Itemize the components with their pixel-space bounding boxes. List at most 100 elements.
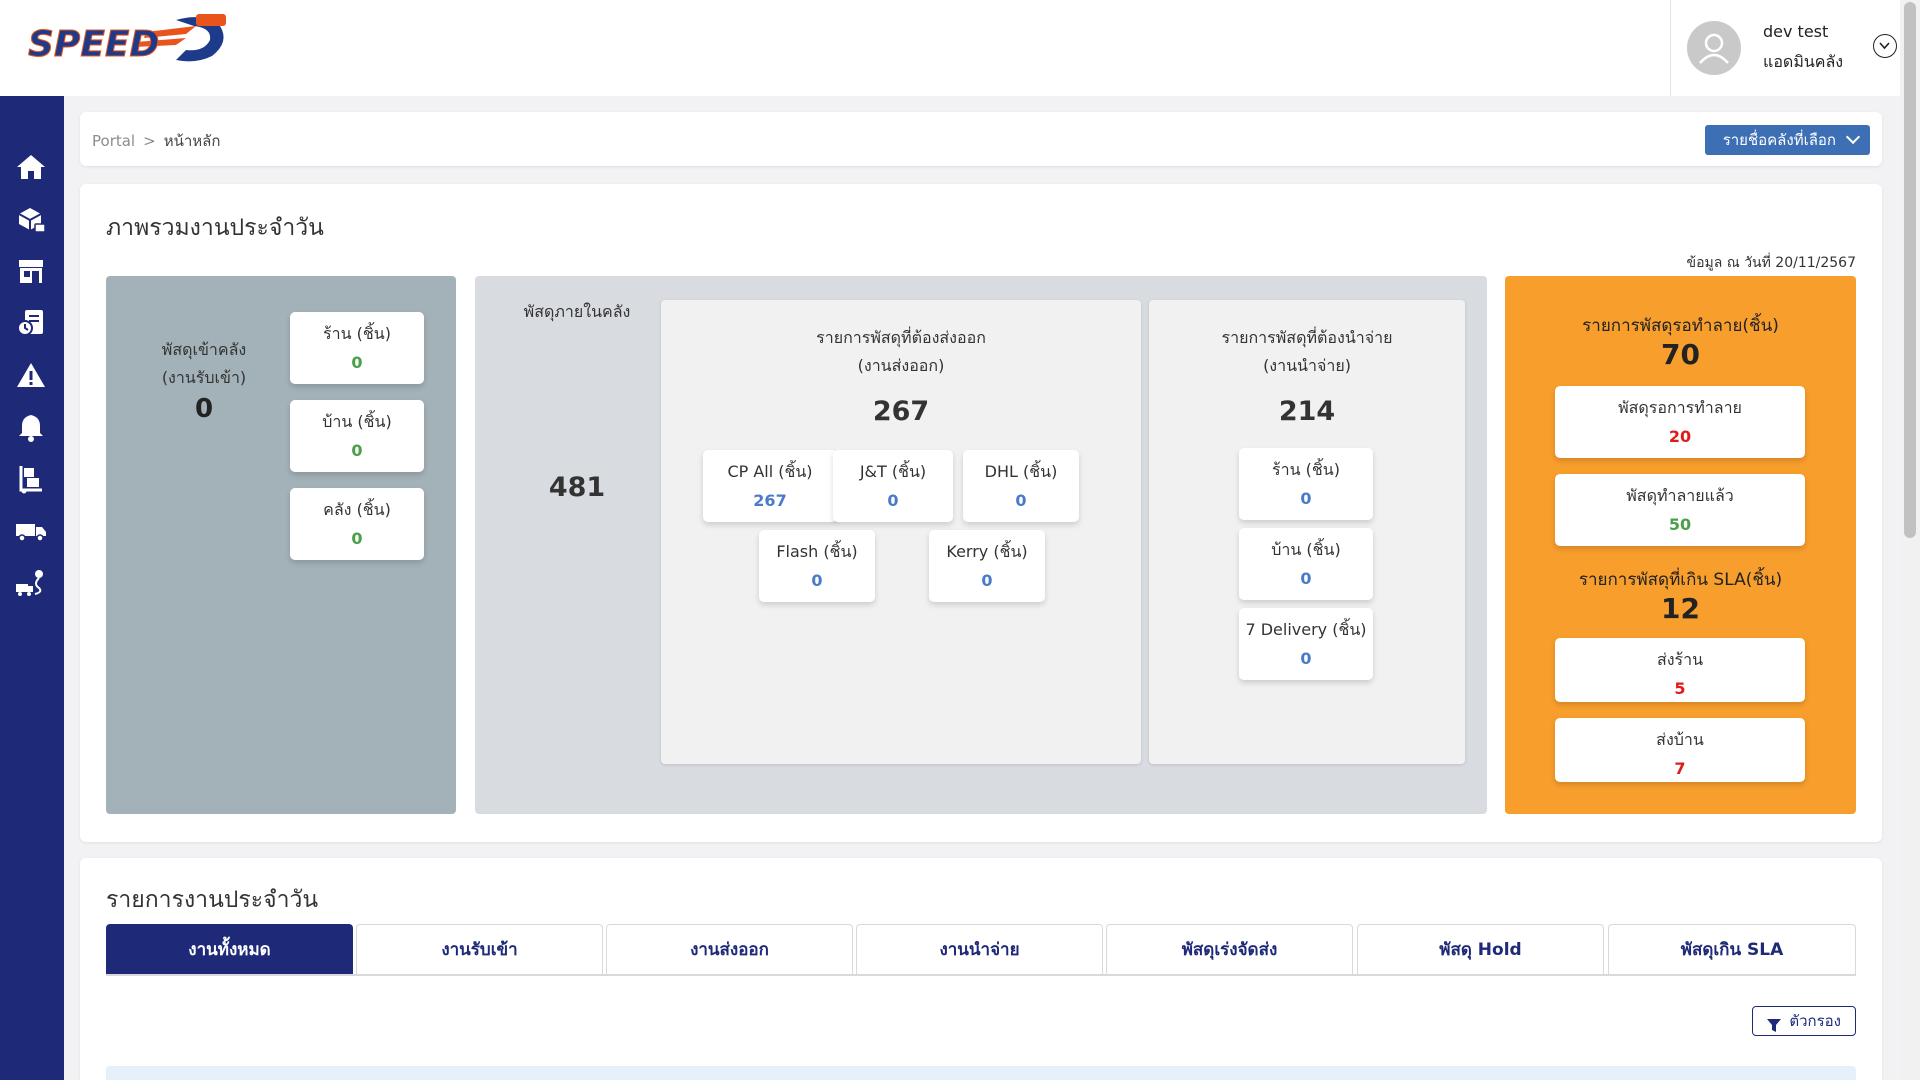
daily-tasks-title: รายการงานประจำวัน [106, 887, 319, 913]
outbound-kerry-card[interactable]: Kerry (ชิ้น) 0 [929, 530, 1045, 602]
card-label: CP All (ชิ้น) [727, 462, 813, 481]
in-warehouse-label: พัสดุภายในคลัง [523, 302, 631, 321]
task-list-header [106, 1066, 1856, 1080]
data-date-note: ข้อมูล ณ วันที่ 20/11/2567 [1686, 255, 1856, 271]
card-label: Flash (ชิ้น) [776, 542, 858, 561]
card-value: 0 [887, 491, 899, 510]
card-label: ร้าน (ชิ้น) [1272, 460, 1340, 479]
outbound-title-line1: รายการพัสดุที่ต้องส่งออก [816, 328, 986, 347]
filter-icon [1767, 1014, 1782, 1042]
card-value: 0 [811, 571, 823, 590]
user-role: แอดมินคลัง [1763, 52, 1844, 71]
delivery-title-line2: (งานนำจ่าย) [1263, 356, 1351, 375]
filter-button[interactable]: ตัวกรอง [1752, 1006, 1856, 1036]
destroy-done-card[interactable]: พัสดุทำลายแล้ว 50 [1555, 474, 1805, 546]
tab-hold[interactable]: พัสดุ Hold [1357, 924, 1604, 974]
inbound-label: พัสดุเข้าคลัง (งานรับเข้า) [134, 336, 274, 392]
package-receive-icon[interactable] [14, 202, 48, 236]
destroy-pending-card[interactable]: พัสดุรอการทำลาย 20 [1555, 386, 1805, 458]
card-value: 0 [981, 571, 993, 590]
breadcrumb-portal[interactable]: Portal [92, 132, 135, 150]
card-value: 20 [1668, 427, 1692, 446]
inbound-store-card[interactable]: ร้าน (ชิ้น) 0 [290, 312, 424, 384]
card-label: บ้าน (ชิ้น) [322, 412, 392, 431]
card-label: 7 Delivery (ชิ้น) [1245, 620, 1367, 639]
delivery-home-card[interactable]: บ้าน (ชิ้น) 0 [1239, 528, 1373, 600]
warning-icon[interactable] [14, 358, 48, 392]
outbound-panel: รายการพัสดุที่ต้องส่งออก (งานส่งออก) 267… [661, 300, 1141, 764]
card-label: ส่งบ้าน [1656, 730, 1704, 749]
delivery-panel: รายการพัสดุที่ต้องนำจ่าย (งานนำจ่าย) 214… [1149, 300, 1465, 764]
inbound-home-card[interactable]: บ้าน (ชิ้น) 0 [290, 400, 424, 472]
outbound-cpall-card[interactable]: CP All (ชิ้น) 267 [703, 450, 837, 522]
chevron-down-icon [1845, 129, 1861, 145]
svg-text:SPEED: SPEED [28, 24, 159, 64]
tab-over-sla[interactable]: พัสดุเกิน SLA [1608, 924, 1856, 974]
inbound-label-line2: (งานรับเข้า) [161, 368, 247, 387]
chevron-down-icon[interactable] [1873, 34, 1897, 58]
card-label: ส่งร้าน [1656, 650, 1704, 669]
hand-truck-icon[interactable] [14, 462, 48, 496]
tab-delivery[interactable]: งานนำจ่าย [856, 924, 1103, 974]
inbound-warehouse-card[interactable]: คลัง (ชิ้น) 0 [290, 488, 424, 560]
avatar[interactable] [1687, 21, 1741, 75]
sla-home-card[interactable]: ส่งบ้าน 7 [1555, 718, 1805, 782]
tab-urgent[interactable]: พัสดุเร่งจัดส่ง [1106, 924, 1353, 974]
sidebar [0, 96, 64, 1080]
report-clock-icon[interactable] [14, 306, 48, 340]
card-label: บ้าน (ชิ้น) [1271, 540, 1341, 559]
card-label: DHL (ชิ้น) [984, 462, 1058, 481]
delivery-title-line1: รายการพัสดุที่ต้องนำจ่าย [1221, 328, 1393, 347]
card-label: Kerry (ชิ้น) [946, 542, 1028, 561]
card-label: J&T (ชิ้น) [859, 462, 927, 481]
tab-outbound[interactable]: งานส่งออก [606, 924, 853, 974]
scrollbar-thumb[interactable] [1904, 2, 1916, 538]
destroy-title: รายการพัสดุรอทำลาย(ชิ้น) [1582, 316, 1779, 336]
card-value: 5 [1674, 679, 1686, 698]
card-value: 0 [1300, 569, 1312, 588]
card-value: 0 [1300, 649, 1312, 668]
inbound-label-line1: พัสดุเข้าคลัง [161, 340, 247, 359]
breadcrumb-current: หน้าหลัก [163, 132, 221, 150]
card-value: 0 [1015, 491, 1027, 510]
filter-label: ตัวกรอง [1789, 1012, 1841, 1030]
sla-store-card[interactable]: ส่งร้าน 5 [1555, 638, 1805, 702]
delivery-total: 214 [1278, 396, 1336, 427]
delivery-store-card[interactable]: ร้าน (ชิ้น) 0 [1239, 448, 1373, 520]
breadcrumb-separator: > [143, 132, 156, 150]
destroy-sla-block: รายการพัสดุรอทำลาย(ชิ้น) 70 พัสดุรอการทำ… [1505, 276, 1856, 814]
outbound-jt-card[interactable]: J&T (ชิ้น) 0 [833, 450, 953, 522]
selected-warehouses-button[interactable]: รายชื่อคลังที่เลือก [1704, 125, 1870, 155]
card-value: 7 [1674, 759, 1686, 778]
inbound-block: พัสดุเข้าคลัง (งานรับเข้า) 0 ร้าน (ชิ้น)… [106, 276, 456, 814]
breadcrumb-bar: Portal > หน้าหลัก รายชื่อคลังที่เลือก [80, 112, 1882, 166]
speed-d-logo[interactable]: SPEED [26, 12, 232, 66]
card-label: พัสดุรอการทำลาย [1618, 398, 1742, 417]
card-label: ร้าน (ชิ้น) [323, 324, 391, 343]
user-name: dev test [1763, 22, 1829, 41]
outbound-flash-card[interactable]: Flash (ชิ้น) 0 [759, 530, 875, 602]
inbound-total: 0 [194, 394, 214, 424]
route-truck-icon[interactable] [14, 566, 48, 600]
card-value: 50 [1668, 515, 1692, 534]
card-value: 0 [351, 529, 363, 548]
truck-icon[interactable] [14, 514, 48, 548]
store-icon[interactable] [14, 254, 48, 288]
delivery-7delivery-card[interactable]: 7 Delivery (ชิ้น) 0 [1239, 608, 1373, 680]
home-icon[interactable] [14, 150, 48, 184]
in-warehouse-block: พัสดุภายในคลัง 481 รายการพัสดุที่ต้องส่ง… [475, 276, 1487, 814]
card-label: คลัง (ชิ้น) [323, 500, 391, 519]
daily-tasks-panel: รายการงานประจำวัน งานทั้งหมด งานรับเข้า … [80, 858, 1882, 1080]
card-value: 0 [1300, 489, 1312, 508]
tab-all[interactable]: งานทั้งหมด [106, 924, 353, 974]
user-menu[interactable]: dev test แอดมินคลัง [1670, 0, 1900, 96]
card-value: 0 [351, 353, 363, 372]
in-warehouse-total: 481 [548, 472, 606, 503]
outbound-total: 267 [872, 396, 930, 427]
sla-title: รายการพัสดุที่เกิน SLA(ชิ้น) [1578, 570, 1783, 590]
tab-inbound[interactable]: งานรับเข้า [356, 924, 603, 974]
outbound-dhl-card[interactable]: DHL (ชิ้น) 0 [963, 450, 1079, 522]
task-tabs: งานทั้งหมด งานรับเข้า งานส่งออก งานนำจ่า… [106, 924, 1856, 976]
page-scrollbar[interactable] [1900, 0, 1920, 1080]
bell-icon[interactable] [14, 410, 48, 444]
